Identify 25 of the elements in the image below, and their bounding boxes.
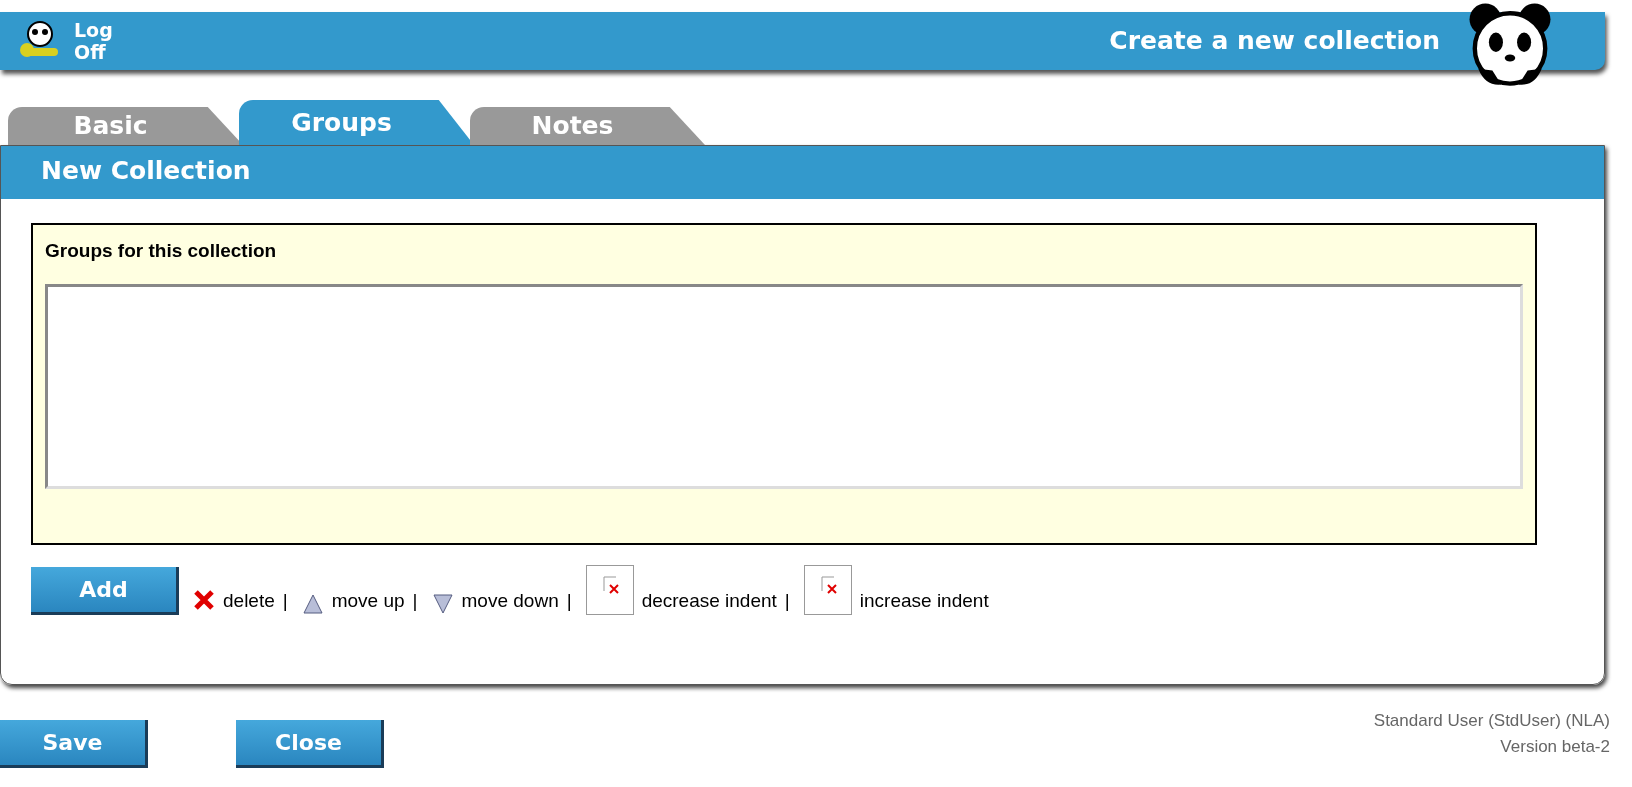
page-title: Create a new collection [1109, 25, 1440, 58]
action-label[interactable]: move down [461, 586, 559, 615]
footer-text: Version beta-2 [1500, 736, 1610, 758]
action-label[interactable]: decrease indent [641, 586, 777, 615]
logoff-link[interactable]: Off [74, 41, 113, 63]
action-button[interactable]: Save [0, 720, 148, 768]
separator: | [784, 588, 790, 613]
groups-label: Groups for this collection [45, 239, 278, 263]
triangle-up-icon[interactable] [301, 593, 324, 615]
footer-text: Standard User (StdUser) (NLA) [1373, 710, 1610, 732]
delete-icon[interactable] [193, 589, 215, 611]
tab[interactable]: Notes [470, 107, 705, 145]
action-label[interactable]: delete [223, 586, 275, 615]
action-label[interactable]: increase indent [859, 586, 989, 615]
add-button[interactable]: Add [31, 567, 179, 615]
action-label[interactable]: move up [331, 586, 405, 615]
separator: | [566, 588, 572, 613]
triangle-down-icon[interactable] [431, 593, 454, 615]
broken-image-icon[interactable] [803, 565, 852, 615]
broken-image-icon[interactable] [585, 565, 634, 615]
section-title: New Collection [1, 146, 1604, 199]
separator: | [282, 588, 288, 613]
action-button[interactable]: Close [236, 720, 384, 768]
logoff-link[interactable]: Log [74, 19, 113, 41]
separator: | [412, 588, 418, 613]
